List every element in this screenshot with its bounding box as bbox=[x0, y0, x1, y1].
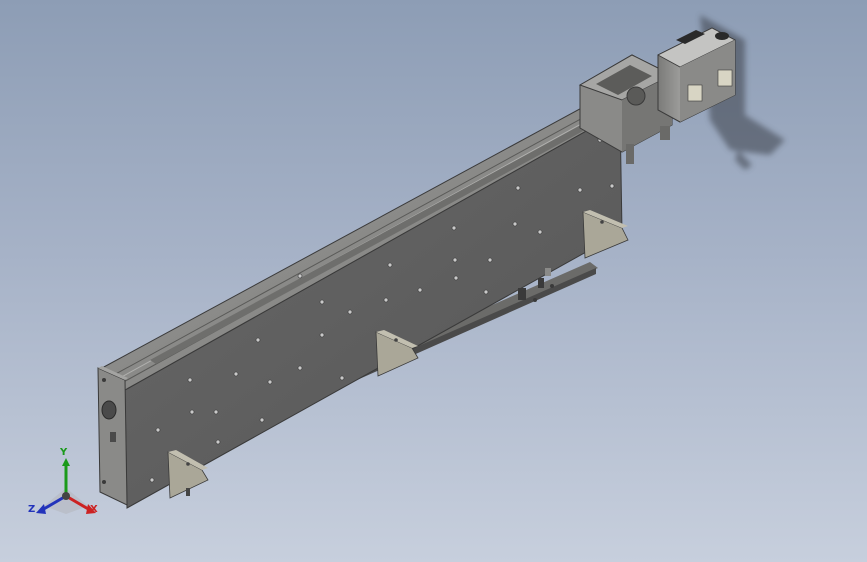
beam-front-face[interactable] bbox=[124, 111, 623, 509]
linear-actuator-model[interactable] bbox=[0, 0, 867, 562]
coordinate-triad[interactable]: Y X Z bbox=[26, 448, 106, 524]
cad-viewport[interactable]: Y X Z bbox=[0, 0, 867, 562]
end-plate-bore-icon bbox=[101, 400, 117, 420]
motor-connector-icon bbox=[687, 84, 703, 102]
triad-x-label: X bbox=[90, 504, 98, 515]
motor-connector-icon bbox=[717, 69, 733, 87]
triad-y-label: Y bbox=[60, 447, 68, 458]
triad-z-label: Z bbox=[28, 504, 36, 515]
